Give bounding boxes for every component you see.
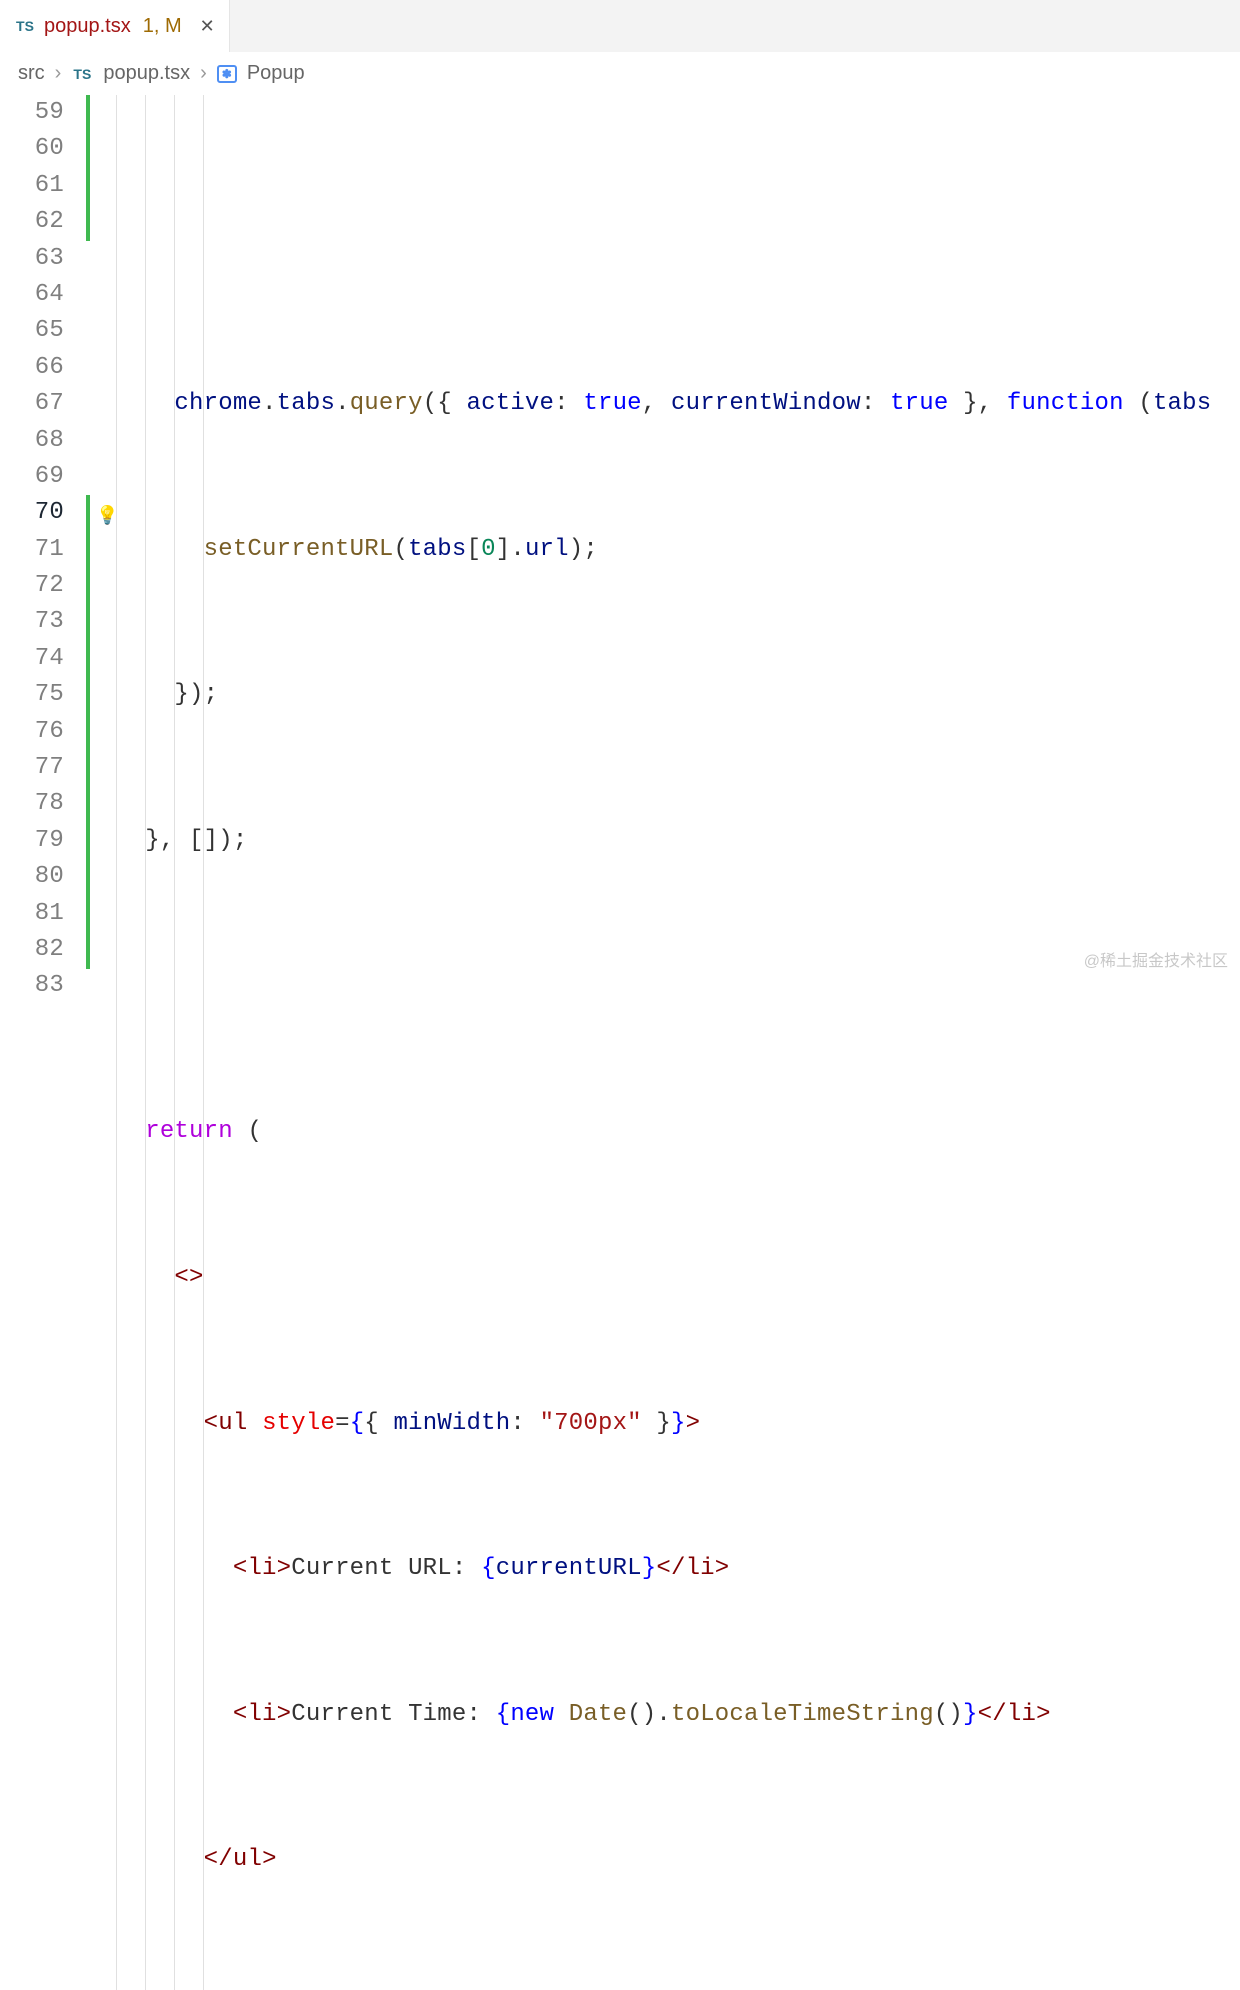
line-number: 78	[0, 786, 64, 822]
gutter-decorations: 💡	[86, 95, 116, 1990]
line-number: 65	[0, 313, 64, 349]
line-number: 63	[0, 241, 64, 277]
chevron-right-icon: ›	[55, 62, 62, 85]
line-number: 74	[0, 641, 64, 677]
line-number-gutter: 5960616263646566676869707172737475767778…	[0, 95, 86, 1990]
code-editor[interactable]: 5960616263646566676869707172737475767778…	[0, 95, 1240, 1990]
line-number: 71	[0, 532, 64, 568]
breadcrumb[interactable]: src › TS popup.tsx › ✽ Popup	[0, 52, 1240, 95]
line-number: 67	[0, 386, 64, 422]
line-number: 61	[0, 168, 64, 204]
close-icon[interactable]: ✕	[200, 16, 215, 37]
line-number: 60	[0, 131, 64, 167]
tab-filename: popup.tsx	[44, 15, 131, 38]
line-number: 59	[0, 95, 64, 131]
line-number: 77	[0, 750, 64, 786]
line-number: 62	[0, 204, 64, 240]
line-number: 66	[0, 350, 64, 386]
line-number: 72	[0, 568, 64, 604]
symbol-icon: ✽	[217, 65, 237, 83]
line-number: 70	[0, 495, 64, 531]
line-number: 80	[0, 859, 64, 895]
editor-tab[interactable]: TS popup.tsx 1, M ✕	[0, 0, 230, 52]
watermark: @稀土掘金技术社区	[1084, 947, 1228, 971]
line-number: 81	[0, 896, 64, 932]
line-number: 83	[0, 968, 64, 1004]
breadcrumb-file[interactable]: popup.tsx	[103, 62, 190, 85]
chevron-right-icon: ›	[200, 62, 207, 85]
line-number: 69	[0, 459, 64, 495]
line-number: 82	[0, 932, 64, 968]
tab-bar: TS popup.tsx 1, M ✕	[0, 0, 1240, 52]
line-number: 76	[0, 714, 64, 750]
line-number: 64	[0, 277, 64, 313]
typescript-icon: TS	[14, 15, 36, 37]
tab-modified-badge: 1, M	[143, 15, 182, 38]
line-number: 68	[0, 423, 64, 459]
code-content[interactable]: chrome.tabs.query({ active: true, curren…	[116, 95, 1240, 1990]
line-number: 73	[0, 604, 64, 640]
line-number: 79	[0, 823, 64, 859]
breadcrumb-folder[interactable]: src	[18, 62, 45, 85]
typescript-icon: TS	[71, 63, 93, 85]
breadcrumb-symbol[interactable]: Popup	[247, 62, 305, 85]
line-number: 75	[0, 677, 64, 713]
